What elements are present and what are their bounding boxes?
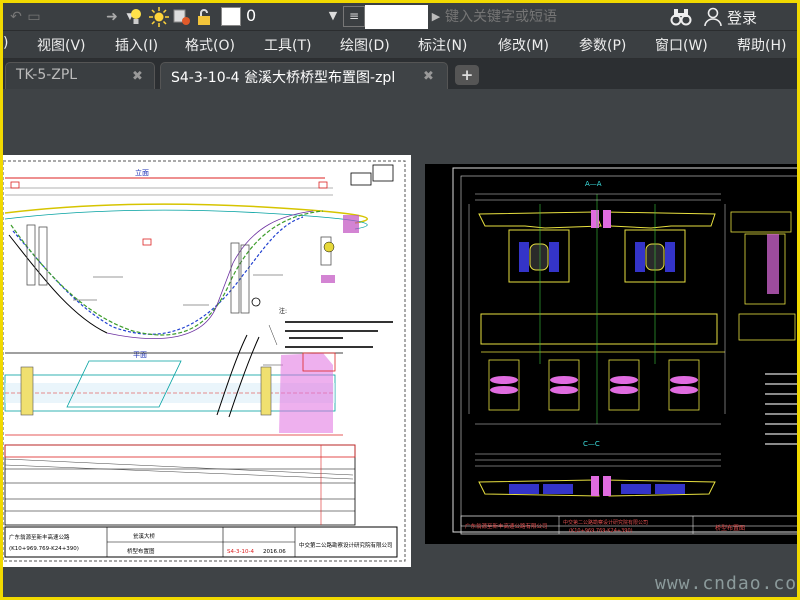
menu-item-modify[interactable]: 修改(M) xyxy=(498,35,549,55)
watermark-text: www.cndao.com xyxy=(655,573,797,594)
plan-title: 平面 xyxy=(133,351,147,359)
menu-item-format[interactable]: 格式(O) xyxy=(185,35,235,55)
right-title-company: 广东翁源至新丰高速公路有限公司 xyxy=(465,522,548,530)
section-aa-label: A—A xyxy=(585,180,602,188)
title-block-project: 广东翁源至新丰高速公路 xyxy=(9,533,70,541)
tab-label: TK-5-ZPL xyxy=(16,67,78,83)
redo-arrow-icon[interactable]: ➜ xyxy=(103,8,121,26)
undo-icon[interactable]: ↶ xyxy=(7,8,25,26)
toolbar-blank-field[interactable] xyxy=(365,5,428,29)
right-title-chainage: (K10+969.769-K24+390) xyxy=(569,528,633,534)
title-block-designer: 中交第二公路勘察设计研究院有限公司 xyxy=(299,541,393,549)
title-block-bridge-name: 瓮溪大桥 xyxy=(133,532,156,540)
quick-access-toolbar: ↶ ▭ ➜ ▼ 0 ▼ ≡ ▶ 登录 xyxy=(3,3,797,31)
menu-item-window[interactable]: 窗口(W) xyxy=(655,35,708,55)
drawing-canvas[interactable]: 立面 注: 平面 广东翁源至新丰高速公路 (K10+969.769-K24+39… xyxy=(3,89,797,597)
right-title-designer: 中交第二公路勘察设计研究院有限公司 xyxy=(563,519,648,526)
menu-item-help[interactable]: 帮助(H) xyxy=(737,35,786,55)
menu-item-view[interactable]: 视图(V) xyxy=(37,35,86,55)
tab-tk-5-zpl[interactable]: TK-5-ZPL ✖ xyxy=(5,62,155,89)
binoculars-icon[interactable] xyxy=(670,7,692,27)
section-cc-label: C—C xyxy=(583,440,600,448)
menu-item-partial[interactable]: ) xyxy=(3,35,8,51)
qat-customize-icon[interactable]: ≡ xyxy=(343,6,365,27)
menu-bar: ) 视图(V) 插入(I) 格式(O) 工具(T) 绘图(D) 标注(N) 修改… xyxy=(3,31,797,59)
layer-dropdown-icon[interactable]: ▼ xyxy=(325,6,341,26)
right-title-drawing-name: 桥型布置图 xyxy=(715,524,745,532)
save-icon[interactable]: ▭ xyxy=(25,8,43,26)
new-tab-button[interactable]: + xyxy=(455,65,479,85)
layer-color-swatch[interactable] xyxy=(221,7,241,26)
lightbulb-icon[interactable] xyxy=(127,7,145,27)
title-block-date: 2016.06 xyxy=(263,549,286,555)
app-window: ↶ ▭ ➜ ▼ 0 ▼ ≡ ▶ 登录 ) 视图(V) 插入(I) 格式(O) 工… xyxy=(3,3,797,597)
menu-item-insert[interactable]: 插入(I) xyxy=(115,35,158,55)
title-block-drawing-no: S4-3-10-4 xyxy=(227,549,254,555)
tab-close-icon[interactable]: ✖ xyxy=(132,69,143,84)
title-block-drawing-name: 桥型布置图 xyxy=(127,547,155,555)
layer-name-value[interactable]: 0 xyxy=(246,6,256,25)
search-input[interactable] xyxy=(445,6,663,28)
sun-icon[interactable] xyxy=(149,7,169,27)
notes-heading: 注: xyxy=(279,307,287,315)
left-sheet-drawing: 立面 注: 平面 广东翁源至新丰高速公路 (K10+969.769-K24+39… xyxy=(3,155,411,567)
layout-sheet-left[interactable]: 立面 注: 平面 广东翁源至新丰高速公路 (K10+969.769-K24+39… xyxy=(3,155,411,567)
lock-icon[interactable] xyxy=(195,7,213,27)
tab-label: S4-3-10-4 瓮溪大桥桥型布置图-zpl xyxy=(171,70,396,86)
qat-left-group: ↶ ▭ ➜ ▼ xyxy=(7,3,139,31)
user-icon[interactable] xyxy=(703,7,723,27)
layer-tools-group xyxy=(127,3,213,31)
layout-sheet-right[interactable]: A—A C—C 广东翁源至新丰高速公路有限公司 中交第二公路勘察设计研究院有限公… xyxy=(425,164,797,544)
file-tab-strip: TK-5-ZPL ✖ S4-3-10-4 瓮溪大桥桥型布置图-zpl ✖ + xyxy=(3,59,797,89)
menu-item-tools[interactable]: 工具(T) xyxy=(264,35,311,55)
login-button[interactable]: 登录 xyxy=(727,7,757,28)
menu-item-parametric[interactable]: 参数(P) xyxy=(579,35,626,55)
right-sheet-drawing: A—A C—C 广东翁源至新丰高速公路有限公司 中交第二公路勘察设计研究院有限公… xyxy=(452,167,797,535)
elevation-title: 立面 xyxy=(135,168,149,177)
menu-item-draw[interactable]: 绘图(D) xyxy=(340,35,390,55)
tab-close-icon[interactable]: ✖ xyxy=(423,69,434,84)
title-block-chainage: (K10+969.769-K24+390) xyxy=(9,546,79,552)
search-expand-icon[interactable]: ▶ xyxy=(429,6,443,28)
layer-freeze-icon[interactable] xyxy=(172,7,192,27)
tab-s4-3-10-4[interactable]: S4-3-10-4 瓮溪大桥桥型布置图-zpl ✖ xyxy=(160,62,448,89)
menu-item-dimension[interactable]: 标注(N) xyxy=(418,35,467,55)
